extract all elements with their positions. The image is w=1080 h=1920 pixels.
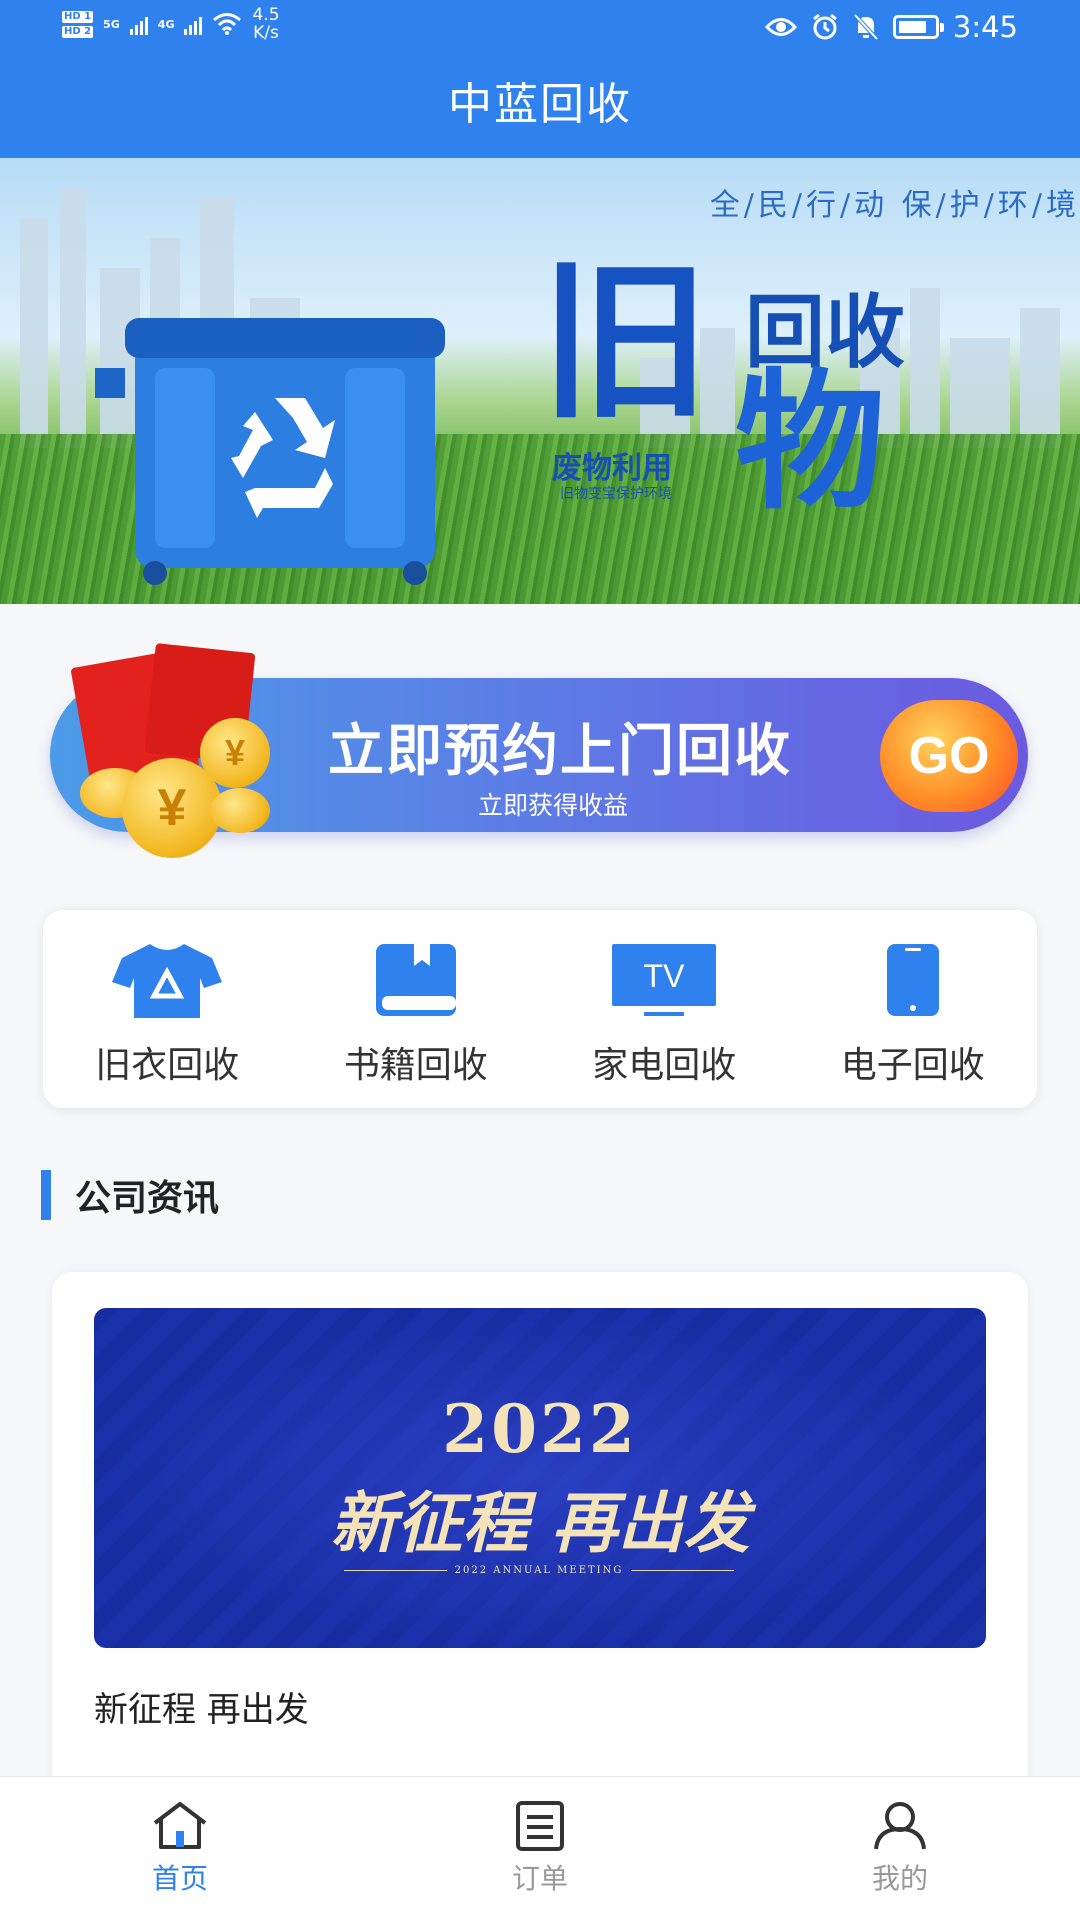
network-type-1: 5G [103,17,120,31]
appointment-subtitle: 立即获得收益 [478,791,629,820]
bottom-navigation: 首页 订单 我的 [0,1776,1080,1920]
phone-icon [858,940,968,1020]
news-image-headline: 新征程 再出发 [330,1484,750,1562]
news-title: 新征程 再出发 [94,1690,309,1730]
nav-orders[interactable]: 订单 [360,1777,720,1920]
section-header-news: 公司资讯 [41,1170,219,1220]
app-header: 中蓝回收 [0,58,1080,158]
category-clothes[interactable]: 旧衣回收 [43,910,292,1108]
news-card[interactable]: 2022 新征程 再出发 2022 ANNUAL MEETING 新征程 再出发 [52,1272,1028,1832]
signal-icon [129,13,148,35]
hero-slogan: 全/民/行/动 保/护/环/境 [709,188,1080,223]
category-appliances[interactable]: TV 家电回收 [540,910,789,1108]
category-electronics[interactable]: 电子回收 [789,910,1038,1108]
coin-icon: ¥ [122,758,222,858]
battery-icon [892,15,944,39]
mute-bell-icon [853,13,879,41]
sim2-indicator: HD 2 [62,25,94,38]
coin-symbol: ¥ [224,732,246,773]
status-left: HD 1 HD 2 5G 4G 4.5 K/s [62,6,280,42]
user-icon [874,1802,926,1850]
nav-label: 订单 [511,1862,568,1895]
category-books[interactable]: 书籍回收 [292,910,541,1108]
network-type-2: 4G [157,17,175,31]
news-image-caption-row: 2022 ANNUAL MEETING [344,1562,734,1578]
news-image-caption: 2022 ANNUAL MEETING [454,1564,624,1576]
network-speed: 4.5 K/s [252,5,280,43]
sim1-indicator: HD 1 [62,10,94,23]
category-label: 旧衣回收 [95,1045,240,1086]
coin-icon [210,788,270,833]
go-button[interactable]: GO [880,700,1018,812]
home-icon [153,1802,207,1849]
appointment-banner[interactable]: ¥ ¥ 立即预约上门回收 立即获得收益 GO [50,643,1028,858]
category-grid: 旧衣回收 书籍回收 TV 家电回收 电子回收 [43,910,1037,1108]
book-icon [361,940,471,1020]
tv-icon: TV [609,940,719,1020]
clock: 3:45 [952,10,1018,44]
section-accent-bar [41,1170,51,1220]
hero-tiny-text: 旧物变宝保护环境 [560,486,672,502]
recycle-bin-image [95,318,445,585]
category-label: 电子回收 [840,1045,985,1086]
status-right: 3:45 [764,10,1018,44]
category-label: 书籍回收 [343,1045,488,1086]
coin-symbol: ¥ [157,779,187,837]
page-title: 中蓝回收 [448,79,632,130]
wifi-icon [213,13,242,35]
nav-label: 首页 [151,1862,208,1895]
order-list-icon [516,1801,564,1851]
signal-icon [184,13,203,35]
hero-subtitle: 废物利用 [552,451,672,486]
hero-line2: 物 [735,356,886,530]
status-bar: HD 1 HD 2 5G 4G 4.5 K/s 3:45 [0,0,1080,58]
appointment-title: 立即预约上门回收 [328,719,792,784]
nav-profile[interactable]: 我的 [720,1777,1080,1920]
tv-icon-text: TV [644,958,686,994]
news-image-year: 2022 [442,1390,638,1468]
clothes-icon [112,940,223,1020]
nav-label: 我的 [871,1862,928,1895]
eye-icon [764,18,797,36]
hero-big-character: 旧 [540,244,711,442]
news-image: 2022 新征程 再出发 2022 ANNUAL MEETING [94,1308,986,1648]
alarm-icon [812,13,837,40]
hero-banner[interactable]: 全/民/行/动 保/护/环/境 旧 回收 物 废物利用 旧物变宝保护环境 [0,158,1080,604]
sim-indicators: HD 1 HD 2 [62,10,94,38]
section-title: 公司资讯 [75,1178,220,1219]
nav-home[interactable]: 首页 [0,1777,360,1920]
category-label: 家电回收 [592,1045,737,1086]
